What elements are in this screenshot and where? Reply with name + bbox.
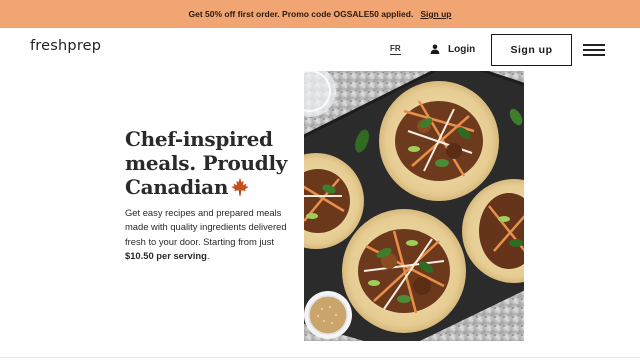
hero-title-line2: meals. Proudly — [125, 151, 288, 175]
hero-title-line3: Canadian — [125, 175, 229, 199]
tacos-photo — [304, 71, 524, 341]
login-label: Login — [448, 43, 476, 55]
promo-text: Get 50% off first order. Promo code OGSA… — [188, 9, 414, 19]
hero-price: $10.50 per serving — [125, 249, 207, 261]
top-nav: freshprep FR Login Sign up — [0, 28, 640, 72]
signup-button[interactable]: Sign up — [491, 34, 572, 66]
divider — [0, 357, 640, 358]
freshprep-logo[interactable]: freshprep — [30, 38, 101, 54]
promo-banner: Get 50% off first order. Promo code OGSA… — [0, 0, 640, 28]
user-icon — [430, 44, 440, 54]
hamburger-menu-icon[interactable] — [583, 43, 605, 57]
hero-description: Get easy recipes and prepared meals made… — [125, 206, 300, 263]
hero-description-text: Get easy recipes and prepared meals made… — [125, 207, 287, 247]
login-button[interactable]: Login — [430, 41, 475, 57]
hero-title-line1: Chef-inspired — [125, 127, 273, 151]
language-toggle[interactable]: FR — [390, 44, 401, 55]
hero-description-end: . — [206, 249, 210, 261]
maple-leaf-icon — [231, 178, 249, 196]
promo-signup-link[interactable]: Sign up — [420, 9, 451, 19]
hero-title: Chef-inspired meals. Proudly Canadian — [125, 127, 305, 199]
hero-food-image — [304, 71, 524, 341]
